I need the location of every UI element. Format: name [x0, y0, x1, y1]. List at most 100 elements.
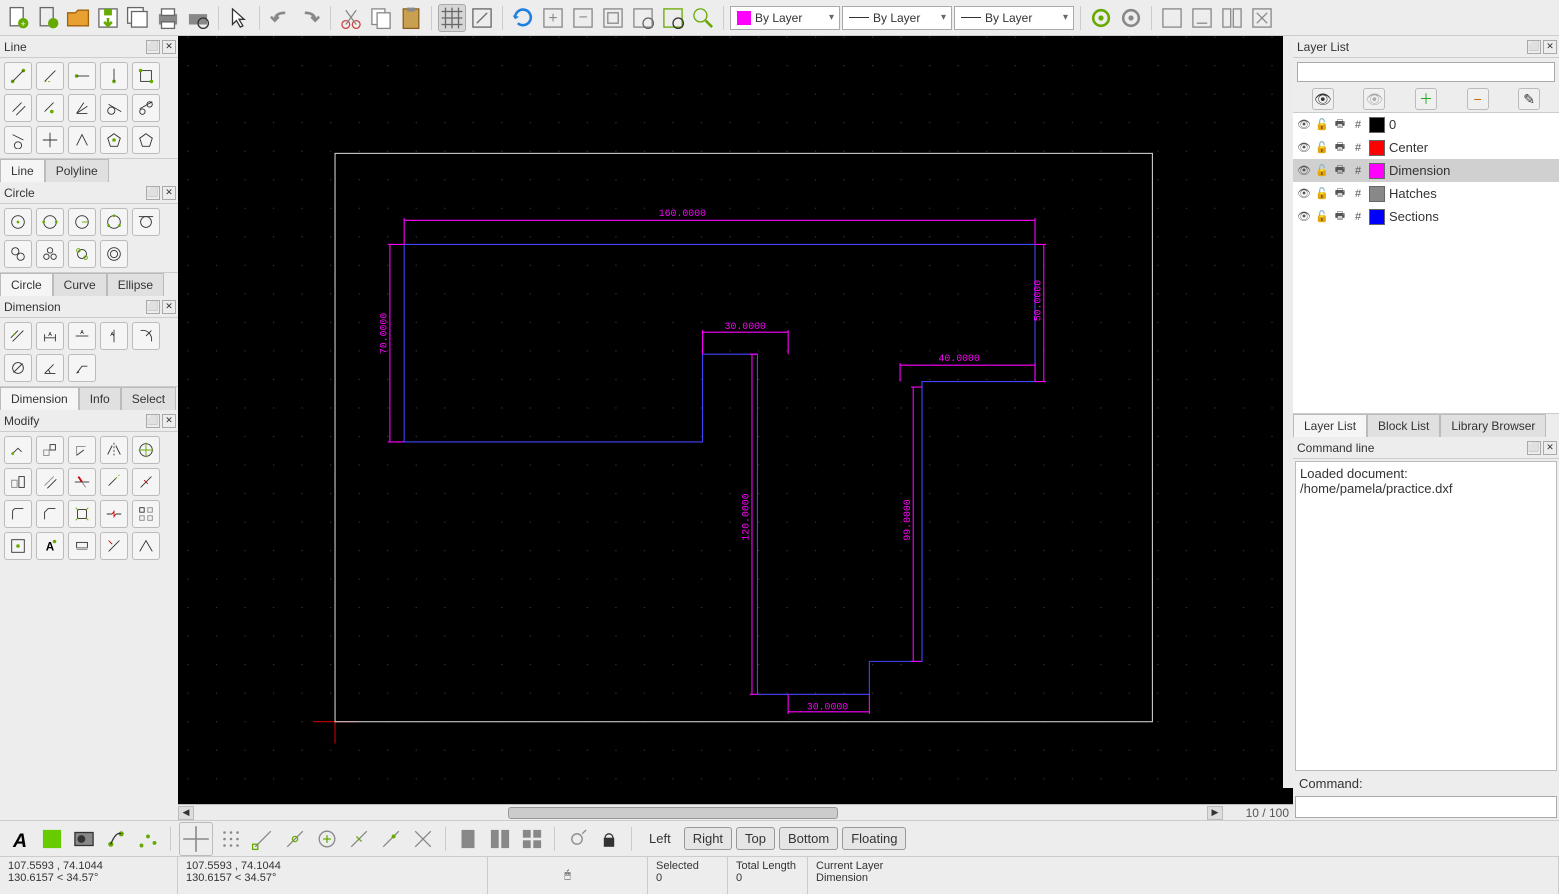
layer-visible-icon[interactable]: 👁: [1297, 187, 1311, 200]
tab-circle[interactable]: Circle: [0, 273, 53, 296]
layer-print-icon[interactable]: 🖶: [1333, 184, 1347, 203]
line-perp-icon[interactable]: [36, 126, 64, 154]
lock-relzero-icon[interactable]: [595, 825, 623, 853]
tab-layer-list[interactable]: Layer List: [1293, 414, 1367, 437]
panel-float-icon[interactable]: ⬜: [1527, 40, 1541, 54]
line-parallel-icon[interactable]: [4, 94, 32, 122]
layer-remove-icon[interactable]: −: [1467, 88, 1489, 110]
layer-construction-icon[interactable]: #: [1351, 165, 1365, 177]
window-close-icon[interactable]: [1248, 4, 1276, 32]
dim-angular-icon[interactable]: [36, 354, 64, 382]
mod-extend-icon[interactable]: [100, 468, 128, 496]
cut-icon[interactable]: [337, 4, 365, 32]
panel-close-icon[interactable]: ✕: [162, 414, 176, 428]
tab-block-list[interactable]: Block List: [1367, 414, 1440, 437]
tab-library-browser[interactable]: Library Browser: [1440, 414, 1546, 437]
dim-horiz-icon[interactable]: A: [68, 322, 96, 350]
hatch-tool-icon[interactable]: [38, 825, 66, 853]
zoom-prev-icon[interactable]: [629, 4, 657, 32]
layer-edit-icon[interactable]: ✎: [1518, 88, 1540, 110]
zoom-pan-icon[interactable]: [689, 4, 717, 32]
layer-construction-icon[interactable]: #: [1351, 188, 1365, 200]
scroll-thumb[interactable]: [508, 807, 838, 819]
line-rect-icon[interactable]: [132, 62, 160, 90]
layer-lock-icon[interactable]: 🔓: [1315, 210, 1329, 223]
layer-print-icon[interactable]: 🖶: [1333, 115, 1347, 134]
circle-tan-icon[interactable]: [132, 208, 160, 236]
scroll-left-icon[interactable]: ◀: [178, 806, 194, 820]
layer-row[interactable]: 👁🔓🖶#Center: [1293, 136, 1559, 159]
circle-tan2-icon[interactable]: [4, 240, 32, 268]
layer-construction-icon[interactable]: #: [1351, 211, 1365, 223]
save-icon[interactable]: [94, 4, 122, 32]
snap-int-icon[interactable]: [409, 825, 437, 853]
app-settings-icon[interactable]: [1117, 4, 1145, 32]
line-2pt-icon[interactable]: [4, 62, 32, 90]
tab-ellipse[interactable]: Ellipse: [107, 273, 164, 296]
layer-lock-icon[interactable]: 🔓: [1315, 187, 1329, 200]
layer-showall-icon[interactable]: 👁: [1312, 88, 1334, 110]
panel-close-icon[interactable]: ✕: [162, 300, 176, 314]
zoom-auto-icon[interactable]: [599, 4, 627, 32]
point-tool-icon[interactable]: [102, 825, 130, 853]
draft-mode-icon[interactable]: [468, 4, 496, 32]
mod-move2-icon[interactable]: [36, 436, 64, 464]
snap-end-icon[interactable]: [249, 825, 277, 853]
linetype-combo[interactable]: By Layer: [954, 6, 1074, 30]
restrict-none-icon[interactable]: [454, 825, 482, 853]
layer-row[interactable]: 👁🔓🖶#Hatches: [1293, 182, 1559, 205]
undo-icon[interactable]: [266, 4, 294, 32]
snap-free-icon[interactable]: [179, 822, 213, 856]
linewidth-combo[interactable]: By Layer: [842, 6, 952, 30]
pointer-icon[interactable]: [225, 4, 253, 32]
layer-visible-icon[interactable]: 👁: [1297, 210, 1311, 223]
layer-lock-icon[interactable]: 🔓: [1315, 141, 1329, 154]
mod-mirror-icon[interactable]: [100, 436, 128, 464]
dock-left[interactable]: Left: [640, 827, 680, 850]
line-ortho-icon[interactable]: [4, 126, 32, 154]
tab-curve[interactable]: Curve: [53, 273, 107, 296]
panel-float-icon[interactable]: ⬜: [146, 414, 160, 428]
snap-on-icon[interactable]: [281, 825, 309, 853]
grid-toggle-icon[interactable]: [438, 4, 466, 32]
layer-visible-icon[interactable]: 👁: [1297, 164, 1311, 177]
settings-icon[interactable]: [1087, 4, 1115, 32]
layer-construction-icon[interactable]: #: [1351, 142, 1365, 154]
window-tile-icon[interactable]: [1218, 4, 1246, 32]
dock-bottom[interactable]: Bottom: [779, 827, 838, 850]
layer-color-swatch[interactable]: [1369, 186, 1385, 202]
zoom-in-icon[interactable]: +: [539, 4, 567, 32]
image-tool-icon[interactable]: [70, 825, 98, 853]
line-angle-icon[interactable]: [36, 62, 64, 90]
mod-fillet-icon[interactable]: [4, 500, 32, 528]
dim-diametric-icon[interactable]: [4, 354, 32, 382]
zoom-out-icon[interactable]: −: [569, 4, 597, 32]
line-polygon-icon[interactable]: [100, 126, 128, 154]
restrict-horiz-icon[interactable]: [518, 825, 546, 853]
new-icon[interactable]: +: [4, 4, 32, 32]
panel-float-icon[interactable]: ⬜: [1527, 441, 1541, 455]
line-rel-icon[interactable]: [68, 126, 96, 154]
mod-props-icon[interactable]: A: [36, 532, 64, 560]
line-vert-icon[interactable]: [100, 62, 128, 90]
tab-polyline[interactable]: Polyline: [45, 159, 109, 182]
tab-dimension[interactable]: Dimension: [0, 387, 79, 410]
mod-attr-icon[interactable]: [4, 532, 32, 560]
circle-inscribe-icon[interactable]: [68, 240, 96, 268]
layer-filter-input[interactable]: [1297, 62, 1555, 82]
redo-icon[interactable]: [296, 4, 324, 32]
layer-row[interactable]: 👁🔓🖶#Dimension: [1293, 159, 1559, 182]
mod-rotate-icon[interactable]: [68, 436, 96, 464]
layer-lock-icon[interactable]: 🔓: [1315, 164, 1329, 177]
paste-icon[interactable]: [397, 4, 425, 32]
circle-concentric-icon[interactable]: [100, 240, 128, 268]
zoom-window-icon[interactable]: [659, 4, 687, 32]
copy-icon[interactable]: [367, 4, 395, 32]
mod-stretch-icon[interactable]: [4, 468, 32, 496]
layer-lock-icon[interactable]: 🔓: [1315, 118, 1329, 131]
drawing-canvas[interactable]: 160.0000 70.0000 30.0000 50.0000 40.0000…: [178, 36, 1293, 804]
layer-color-swatch[interactable]: [1369, 209, 1385, 225]
circle-tan3-icon[interactable]: [36, 240, 64, 268]
save-as-icon[interactable]: [124, 4, 152, 32]
line-tangent-icon[interactable]: [100, 94, 128, 122]
